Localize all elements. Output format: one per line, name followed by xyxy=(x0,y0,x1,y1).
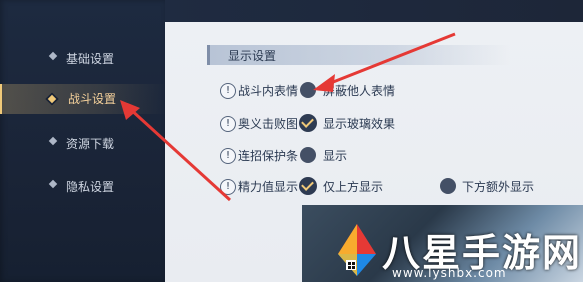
watermark-url: www.lyshbx.com xyxy=(392,266,507,280)
watermark-logo: 八星手游网 www.lyshbx.com xyxy=(332,220,583,282)
brand-logo-icon xyxy=(338,224,376,276)
